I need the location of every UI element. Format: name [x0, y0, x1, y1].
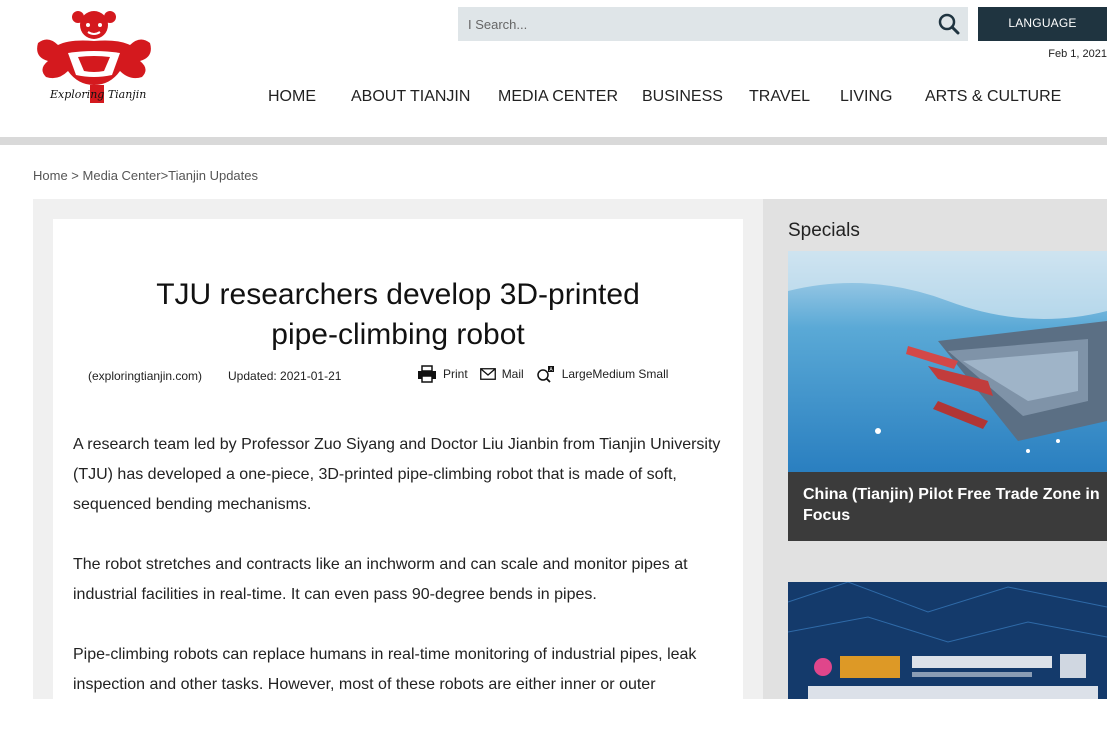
- mail-label: Mail: [501, 367, 524, 381]
- mail-icon: [479, 368, 496, 380]
- nav-item-media-center[interactable]: MEDIA CENTER: [498, 88, 618, 106]
- print-button[interactable]: Print: [417, 365, 468, 383]
- font-size-control[interactable]: A LargeMedium Small: [536, 365, 669, 383]
- wic-banner-image: [788, 582, 1107, 699]
- logo-text: Exploring Tianjin: [50, 88, 147, 101]
- font-size-options[interactable]: LargeMedium Small: [562, 367, 669, 381]
- search-input[interactable]: [458, 7, 928, 41]
- language-button[interactable]: LANGUAGE: [978, 7, 1107, 41]
- article-paragraph: Pipe-climbing robots can replace humans …: [73, 646, 697, 693]
- search-bar[interactable]: [458, 7, 968, 41]
- specials-heading: Specials: [788, 220, 860, 241]
- nav-item-business[interactable]: BUSINESS: [642, 88, 723, 106]
- article-updated: Updated: 2021-01-21: [228, 369, 342, 383]
- site-header: Exploring Tianjin LANGUAGE Feb 1, 2021 H…: [0, 0, 1107, 137]
- article-title: TJU researchers develop 3D-printed pipe-…: [156, 278, 640, 352]
- print-label: Print: [443, 367, 468, 381]
- special-card-wic[interactable]: [788, 582, 1107, 699]
- article-paragraph: The robot stretches and contracts like a…: [73, 556, 688, 603]
- nav-item-travel[interactable]: TRAVEL: [749, 88, 810, 106]
- article: TJU researchers develop 3D-printed pipe-…: [53, 219, 743, 699]
- article-paragraph: A research team led by Professor Zuo Siy…: [73, 436, 721, 513]
- current-date: Feb 1, 2021: [1048, 48, 1107, 60]
- breadcrumb-home[interactable]: Home: [33, 168, 68, 183]
- breadcrumb-media-center[interactable]: Media Center: [83, 168, 161, 183]
- article-body: A research team led by Professor Zuo Siy…: [73, 430, 728, 730]
- specials-sidebar: Specials China (Tianjin) Pilot Free Trad: [763, 199, 1107, 699]
- printer-icon: [418, 365, 436, 383]
- breadcrumb-separator: >: [67, 168, 83, 183]
- header-divider: [0, 137, 1107, 145]
- article-source: (exploringtianjin.com): [88, 369, 203, 383]
- special-card-ftz[interactable]: China (Tianjin) Pilot Free Trade Zone in…: [788, 251, 1107, 541]
- nav-item-home[interactable]: HOME: [268, 88, 316, 106]
- zoom-icon: A: [536, 366, 554, 383]
- nav-item-living[interactable]: LIVING: [840, 88, 892, 106]
- nav-item-about-tianjin[interactable]: ABOUT TIANJIN: [351, 88, 470, 106]
- nav-item-arts-culture[interactable]: ARTS & CULTURE: [925, 88, 1061, 106]
- search-icon[interactable]: [938, 13, 960, 35]
- article-tools: Print Mail A LargeMedium Small: [417, 365, 680, 383]
- port-aerial-image: [788, 251, 1107, 472]
- breadcrumb-tianjin-updates[interactable]: Tianjin Updates: [168, 168, 258, 183]
- special-card-caption[interactable]: China (Tianjin) Pilot Free Trade Zone in…: [803, 484, 1103, 526]
- breadcrumb: Home > Media Center>Tianjin Updates: [33, 168, 258, 183]
- mail-button[interactable]: Mail: [479, 367, 524, 381]
